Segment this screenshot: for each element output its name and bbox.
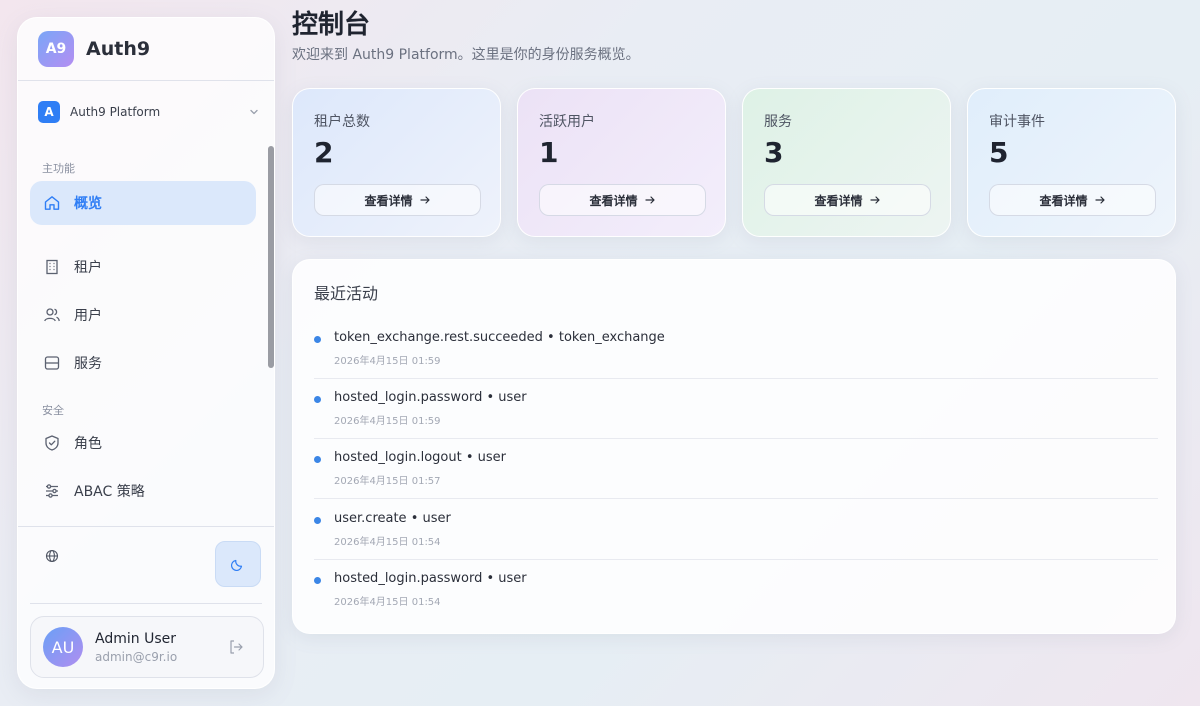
sidebar-item-label: 概览 — [74, 196, 102, 212]
activity-item[interactable]: hosted_login.logout • user 2026年4月15日 01… — [314, 445, 1158, 505]
arrow-right-icon — [1094, 196, 1105, 204]
activity-time: 2026年4月15日 01:59 — [334, 416, 441, 427]
theme-toggle-button[interactable] — [215, 541, 261, 587]
recent-activity-panel: 最近活动 token_exchange.rest.succeeded • tok… — [292, 259, 1176, 634]
stat-card-services: 服务 3 查看详情 — [742, 88, 951, 237]
user-email: admin@c9r.io — [95, 649, 178, 664]
activity-item[interactable]: hosted_login.password • user 2026年4月15日 … — [314, 566, 1158, 626]
view-details-button[interactable]: 查看详情 — [764, 184, 931, 216]
divider — [314, 498, 1158, 499]
divider — [314, 559, 1158, 560]
avatar: AU — [43, 627, 83, 667]
stat-label: 审计事件 — [989, 114, 1045, 130]
brand-logo: A9 — [38, 31, 74, 67]
users-icon — [42, 305, 62, 325]
sidebar-scrollbar[interactable] — [268, 146, 274, 368]
view-details-button[interactable]: 查看详情 — [989, 184, 1156, 216]
button-label: 查看详情 — [589, 193, 638, 208]
stat-value: 1 — [539, 136, 559, 169]
divider — [30, 603, 262, 604]
sidebar-item-label: 服务 — [74, 356, 102, 372]
sidebar-nav: 主功能 概览 租户 用户 服务 安全 角色 ABAC 策略 — [18, 148, 274, 526]
activity-event: token_exchange.rest.succeeded • token_ex… — [334, 330, 665, 345]
button-label: 查看详情 — [364, 193, 413, 208]
stat-label: 服务 — [764, 114, 792, 130]
section-label-security: 安全 — [42, 404, 64, 417]
sidebar-item-overview[interactable]: 概览 — [30, 181, 256, 225]
logout-icon[interactable] — [227, 638, 245, 656]
divider — [314, 438, 1158, 439]
view-details-button[interactable]: 查看详情 — [314, 184, 481, 216]
user-card[interactable]: AU Admin User admin@c9r.io — [30, 616, 264, 678]
activity-event: hosted_login.logout • user — [334, 450, 507, 465]
activity-dot — [314, 396, 321, 403]
activity-time: 2026年4月15日 01:57 — [334, 476, 441, 487]
chevron-down-icon — [250, 109, 258, 115]
brand[interactable]: A9 Auth9 — [38, 31, 150, 67]
section-label-main: 主功能 — [42, 162, 75, 175]
activity-event: hosted_login.password • user — [334, 571, 527, 586]
button-label: 查看详情 — [1039, 193, 1088, 208]
stat-card-active-users: 活跃用户 1 查看详情 — [517, 88, 726, 237]
sidebar-item-analytics[interactable]: 分析 — [30, 517, 256, 526]
sidebar-item-services[interactable]: 服务 — [30, 341, 256, 385]
building-icon — [42, 257, 62, 277]
view-details-button[interactable]: 查看详情 — [539, 184, 706, 216]
activity-dot — [314, 577, 321, 584]
server-icon — [42, 353, 62, 373]
activity-item[interactable]: user.create • user 2026年4月15日 01:54 — [314, 506, 1158, 566]
divider — [18, 526, 274, 527]
moon-icon — [231, 559, 243, 571]
button-label: 查看详情 — [814, 193, 863, 208]
activity-time: 2026年4月15日 01:54 — [334, 597, 441, 608]
stat-value: 2 — [314, 136, 334, 169]
shield-icon — [42, 433, 62, 453]
sidebar-item-tenants[interactable]: 租户 — [30, 245, 256, 289]
divider — [18, 80, 274, 81]
stat-value: 5 — [989, 136, 1009, 169]
language-button[interactable] — [42, 546, 62, 566]
sidebar: A9 Auth9 A Auth9 Platform 主功能 概览 租户 用户 服… — [17, 17, 275, 689]
recent-activity-title: 最近活动 — [314, 284, 379, 303]
globe-icon — [45, 549, 59, 563]
divider — [314, 378, 1158, 379]
stat-label: 活跃用户 — [539, 114, 595, 130]
activity-dot — [314, 456, 321, 463]
tenant-badge: A — [38, 101, 60, 123]
page-subtitle: 欢迎来到 Auth9 Platform。这里是你的身份服务概览。 — [292, 47, 640, 63]
activity-item[interactable]: hosted_login.password • user 2026年4月15日 … — [314, 385, 1158, 445]
sidebar-item-roles[interactable]: 角色 — [30, 421, 256, 465]
sidebar-item-label: 角色 — [74, 436, 102, 452]
activity-event: user.create • user — [334, 511, 451, 526]
activity-dot — [314, 517, 321, 524]
page-title: 控制台 — [292, 10, 371, 40]
tenant-selector[interactable]: A Auth9 Platform — [38, 100, 260, 124]
stat-label: 租户总数 — [314, 114, 370, 130]
user-info: Admin User admin@c9r.io — [95, 631, 177, 664]
activity-time: 2026年4月15日 01:54 — [334, 537, 441, 548]
arrow-right-icon — [869, 196, 880, 204]
sidebar-item-label: ABAC 策略 — [74, 484, 145, 500]
sidebar-item-abac-policy[interactable]: ABAC 策略 — [30, 469, 256, 513]
brand-name: Auth9 — [86, 38, 151, 60]
sliders-icon — [42, 481, 62, 501]
sidebar-item-users[interactable]: 用户 — [30, 293, 256, 337]
activity-time: 2026年4月15日 01:59 — [334, 356, 441, 367]
activity-event: hosted_login.password • user — [334, 390, 527, 405]
activity-dot — [314, 336, 321, 343]
stat-value: 3 — [764, 136, 784, 169]
stat-card-tenants: 租户总数 2 查看详情 — [292, 88, 501, 237]
sidebar-item-label: 租户 — [74, 260, 102, 276]
arrow-right-icon — [419, 196, 430, 204]
stat-card-audit-events: 审计事件 5 查看详情 — [967, 88, 1176, 237]
user-name: Admin User — [95, 630, 176, 647]
home-icon — [42, 193, 62, 213]
arrow-right-icon — [644, 196, 655, 204]
activity-item[interactable]: token_exchange.rest.succeeded • token_ex… — [314, 325, 1158, 385]
tenant-name: Auth9 Platform — [70, 105, 161, 119]
sidebar-item-label: 用户 — [74, 308, 102, 324]
